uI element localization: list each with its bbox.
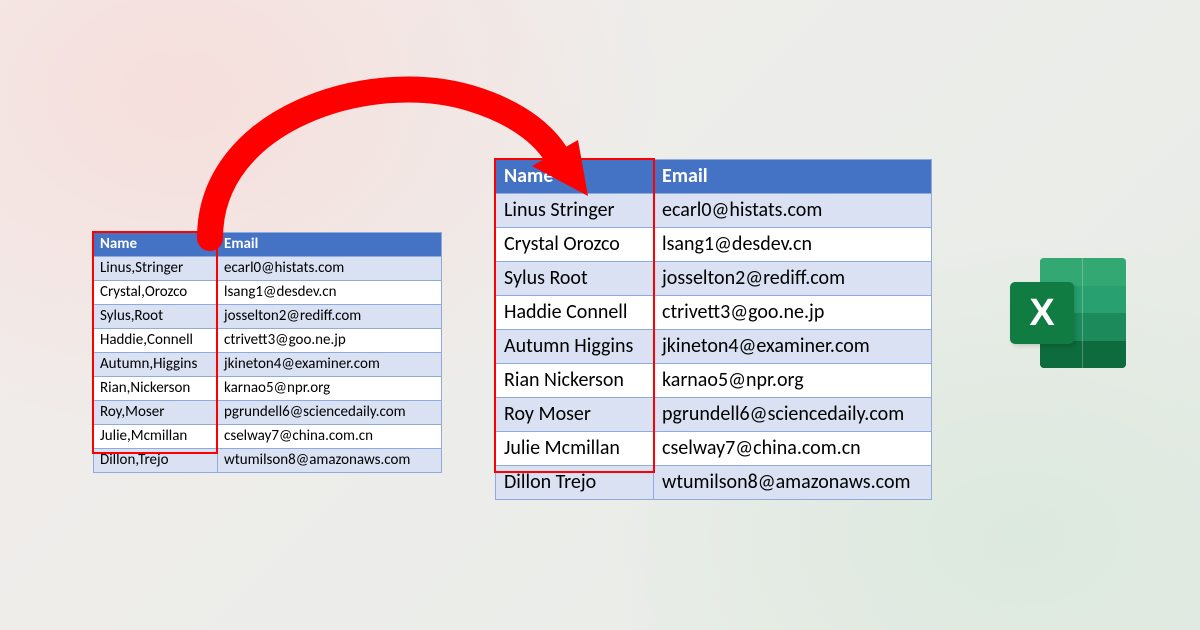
table-row: Roy Moserpgrundell6@sciencedaily.com — [496, 398, 932, 432]
table-row: Linus Stringerecarl0@histats.com — [496, 194, 932, 228]
table-row: Haddie,Connellctrivett3@goo.ne.jp — [94, 329, 442, 353]
table-row: Julie Mcmillancselway7@china.com.cn — [496, 432, 932, 466]
result-table-header-email: Email — [654, 160, 932, 194]
excel-logo-icon: X — [1010, 258, 1128, 368]
table-row: Linus,Stringerecarl0@histats.com — [94, 257, 442, 281]
table-row: Dillon,Trejowtumilson8@amazonaws.com — [94, 449, 442, 473]
result-table-header-name: Name — [496, 160, 654, 194]
table-row: Sylus,Rootjosselton2@rediff.com — [94, 305, 442, 329]
table-row: Rian,Nickersonkarnao5@npr.org — [94, 377, 442, 401]
table-row: Julie,Mcmillancselway7@china.com.cn — [94, 425, 442, 449]
table-row: Sylus Rootjosselton2@rediff.com — [496, 262, 932, 296]
source-table-header-name: Name — [94, 233, 218, 257]
table-row: Crystal,Orozcolsang1@desdev.cn — [94, 281, 442, 305]
table-row: Autumn Higginsjkineton4@examiner.com — [496, 330, 932, 364]
result-table: Name Email Linus Stringerecarl0@histats.… — [495, 159, 932, 500]
table-row: Haddie Connellctrivett3@goo.ne.jp — [496, 296, 932, 330]
source-table-header-email: Email — [218, 233, 442, 257]
table-row: Rian Nickersonkarnao5@npr.org — [496, 364, 932, 398]
table-row: Crystal Orozcolsang1@desdev.cn — [496, 228, 932, 262]
table-row: Autumn,Higginsjkineton4@examiner.com — [94, 353, 442, 377]
table-row: Dillon Trejowtumilson8@amazonaws.com — [496, 466, 932, 500]
source-table: Name Email Linus,Stringerecarl0@histats.… — [93, 232, 442, 473]
table-row: Roy,Moserpgrundell6@sciencedaily.com — [94, 401, 442, 425]
